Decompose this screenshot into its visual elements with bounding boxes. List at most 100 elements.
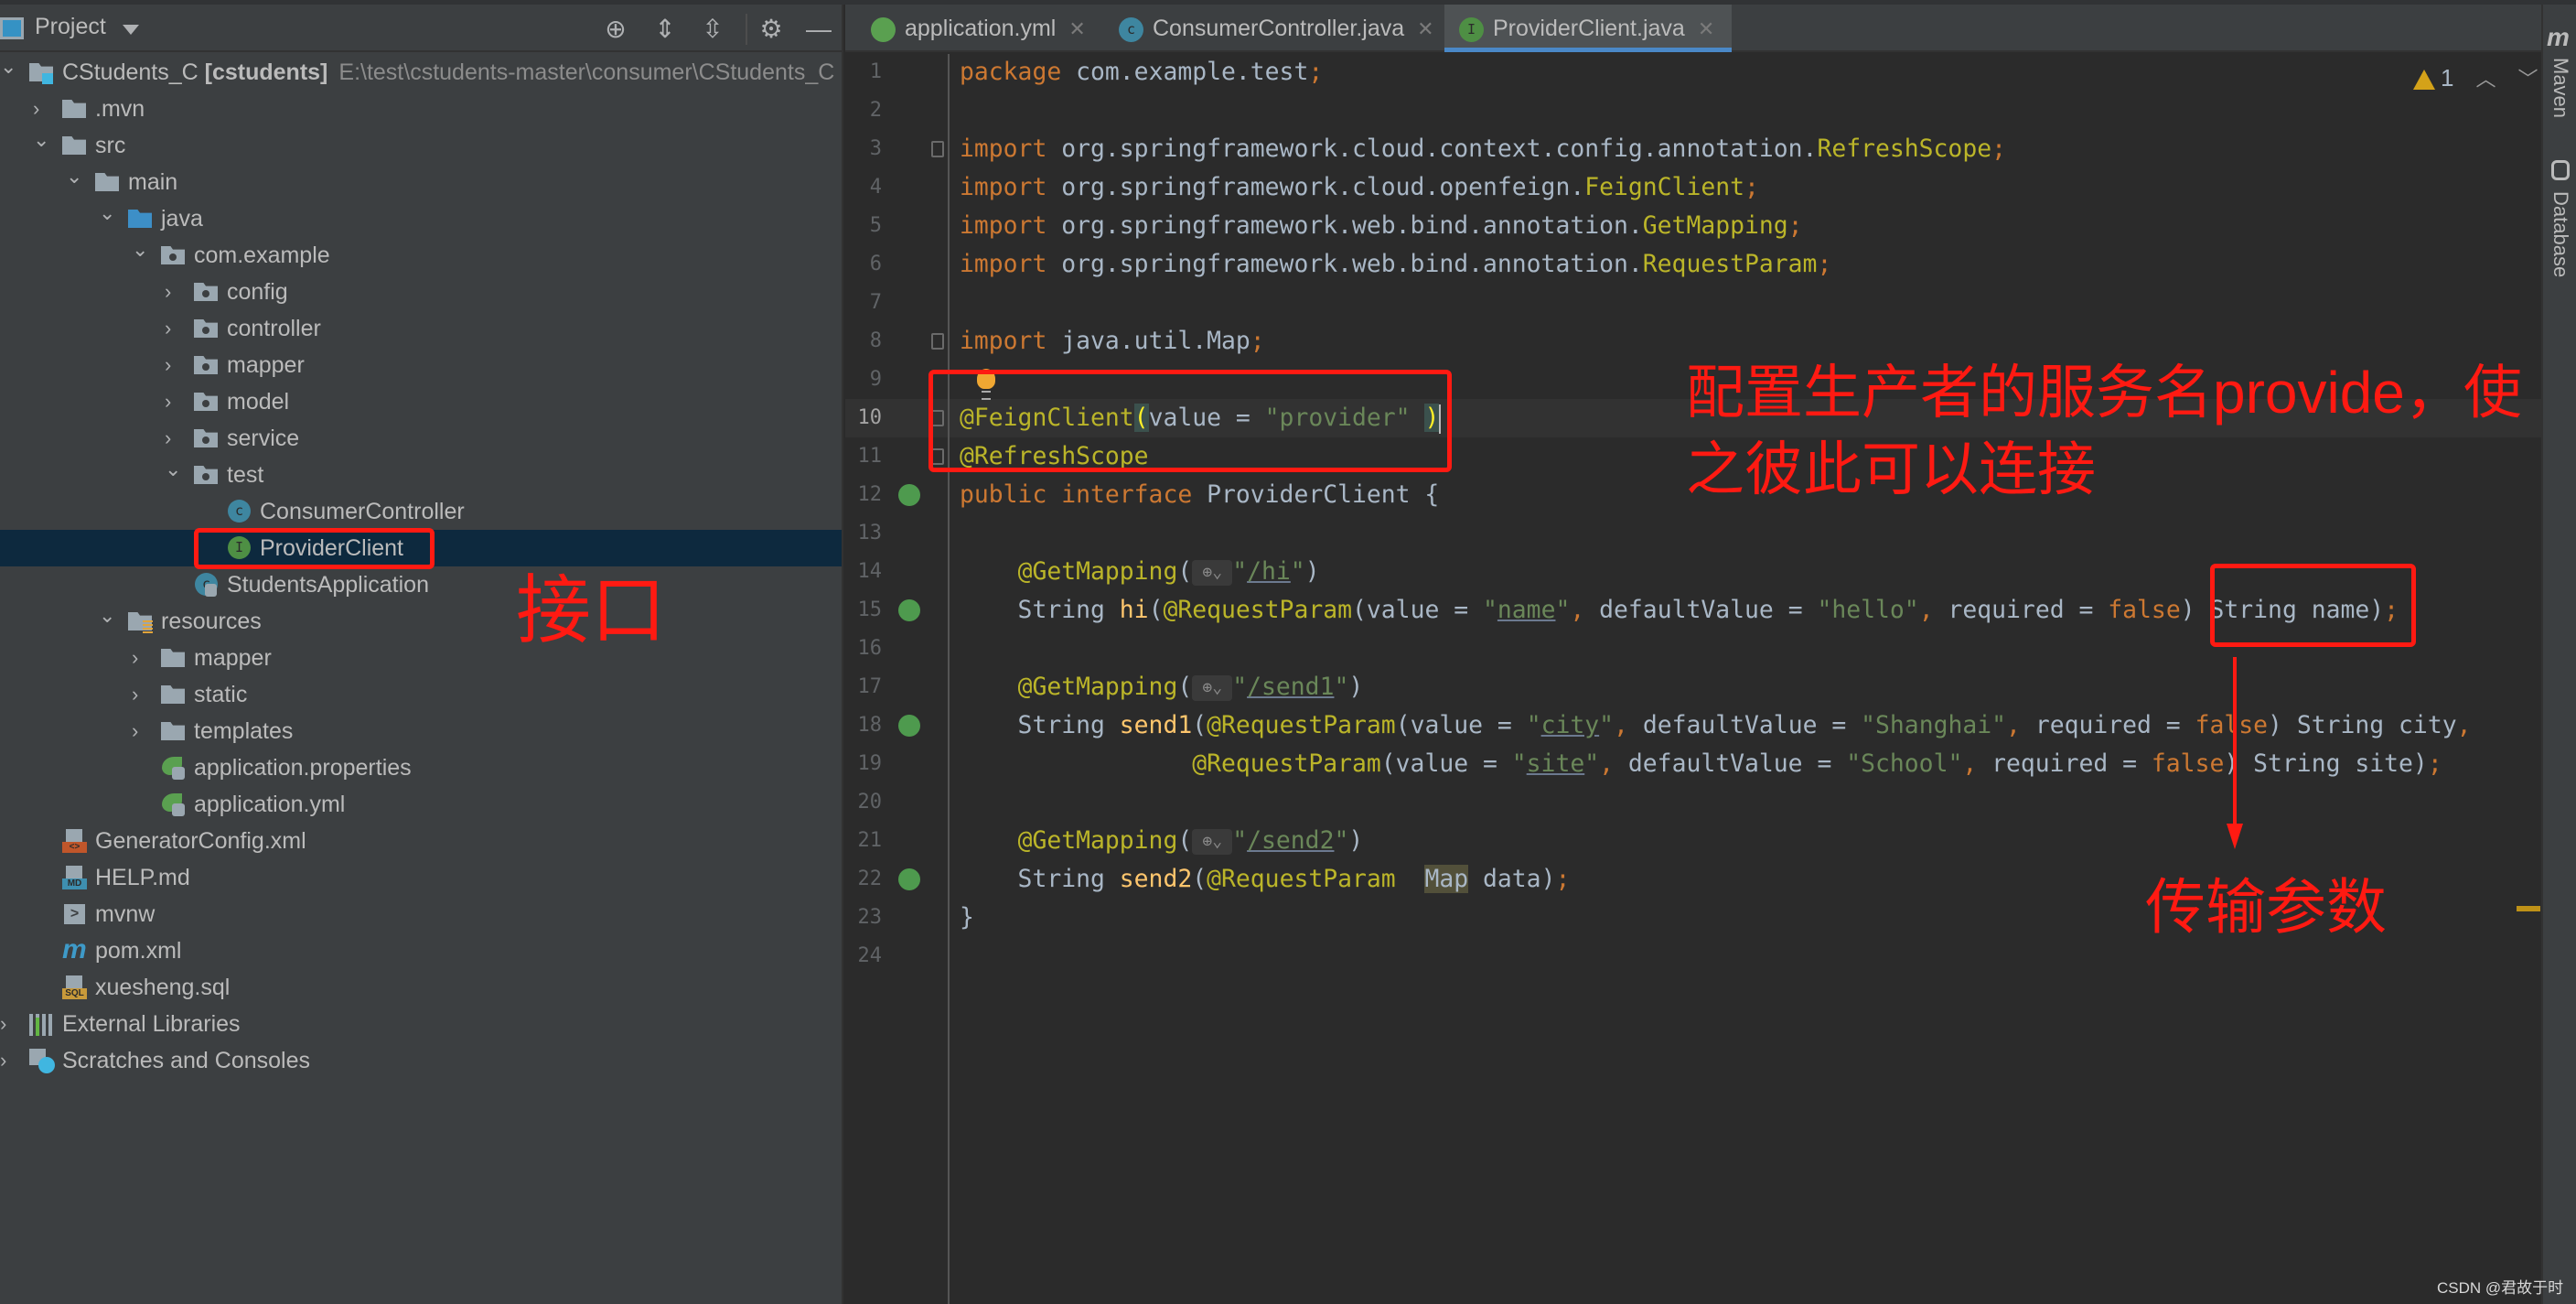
code-token: (value = <box>1380 749 1512 778</box>
collapse-all-icon[interactable]: ⇳ <box>699 16 726 43</box>
tree-item-studentsapplication[interactable]: c StudentsApplication <box>0 566 842 603</box>
locate-icon[interactable]: ⊕ <box>602 16 629 43</box>
implemented-marker-icon[interactable] <box>898 484 920 506</box>
next-highlight-icon[interactable]: ﹀ <box>2517 68 2538 91</box>
annotation-box-providerclient <box>194 528 435 569</box>
chevron-down-icon[interactable]: ⌄ <box>99 200 117 237</box>
tree-item-label: ConsumerController <box>260 499 465 524</box>
tree-item-external-libraries[interactable]: › External Libraries <box>0 1006 842 1042</box>
chevron-down-icon[interactable]: ⌄ <box>99 603 117 640</box>
chevron-down-icon[interactable]: ⌄ <box>0 54 18 91</box>
code-line[interactable]: @GetMapping(⊕⌄ "/send1") <box>960 668 1364 706</box>
fold-icon[interactable] <box>931 333 944 350</box>
chevron-right-icon[interactable]: › <box>165 274 183 310</box>
code-line[interactable]: @RequestParam(value = "site", defaultVal… <box>960 745 2442 783</box>
code-line[interactable]: String send1(@RequestParam(value = "city… <box>960 706 2472 745</box>
chevron-down-icon[interactable]: ⌄ <box>165 457 183 493</box>
code-line[interactable]: @GetMapping(⊕⌄ "/send2") <box>960 822 1364 860</box>
tree-item-mapper[interactable]: › mapper <box>0 640 842 676</box>
tree-item-service[interactable]: › service <box>0 420 842 457</box>
code-line[interactable]: import org.springframework.web.bind.anno… <box>960 245 1831 284</box>
warning-stripe-marker[interactable] <box>2517 906 2540 911</box>
chevron-down-icon[interactable]: ⌄ <box>132 237 150 274</box>
code-line[interactable]: String hi(@RequestParam(value = "name", … <box>960 591 2399 630</box>
tree-item-model[interactable]: › model <box>0 383 842 420</box>
chevron-right-icon[interactable]: › <box>33 91 51 127</box>
close-icon[interactable]: ✕ <box>1698 17 1714 40</box>
code-line[interactable]: String send2(@RequestParam Map data); <box>960 860 1570 899</box>
tab-providerclient-java[interactable]: I ProviderClient.java ✕ <box>1444 5 1732 52</box>
tree-item-mvnw[interactable]: > mvnw <box>0 896 842 932</box>
hide-icon[interactable]: — <box>805 16 832 43</box>
code-line[interactable]: import org.springframework.cloud.openfei… <box>960 168 1759 207</box>
scratches-icon <box>29 1049 55 1073</box>
tree-item-scratches-and-consoles[interactable]: › Scratches and Consoles <box>0 1042 842 1079</box>
code-line[interactable]: import org.springframework.cloud.context… <box>960 130 2006 168</box>
tree-item-mapper[interactable]: › mapper <box>0 347 842 383</box>
tree-item-resources[interactable]: ⌄ resources <box>0 603 842 640</box>
maven-tool-button[interactable]: Maven <box>2549 58 2572 118</box>
project-view-selector[interactable]: Project <box>35 14 106 40</box>
close-icon[interactable]: ✕ <box>1068 17 1085 40</box>
tree-item-test[interactable]: ⌄ test <box>0 457 842 493</box>
tree-item-application-yml[interactable]: application.yml <box>0 786 842 823</box>
implemented-marker-icon[interactable] <box>898 715 920 737</box>
code-line[interactable]: } <box>960 899 974 937</box>
tree-item-xuesheng-sql[interactable]: SQL xuesheng.sql <box>0 969 842 1006</box>
globe-icon[interactable]: ⊕⌄ <box>1192 828 1233 855</box>
tree-item-main[interactable]: ⌄ main <box>0 164 842 200</box>
tree-item-static[interactable]: › static <box>0 676 842 713</box>
fold-icon[interactable] <box>931 141 944 157</box>
tree-item-help-md[interactable]: MD HELP.md <box>0 859 842 896</box>
tree-item--mvn[interactable]: › .mvn <box>0 91 842 127</box>
chevron-right-icon[interactable]: › <box>165 420 183 457</box>
implemented-marker-icon[interactable] <box>898 599 920 621</box>
globe-icon[interactable]: ⊕⌄ <box>1192 674 1233 701</box>
tab-consumercontroller-java[interactable]: c ConsumerController.java ✕ <box>1104 5 1444 52</box>
chevron-right-icon[interactable]: › <box>132 676 150 713</box>
implemented-marker-icon[interactable] <box>898 868 920 890</box>
code-token: send2 <box>1119 865 1193 893</box>
code-editor[interactable]: 1 ︿ ﹀ 1 package com.example.test; 2 3 import o… <box>845 54 2541 1304</box>
chevron-down-icon[interactable]: ⌄ <box>33 127 51 164</box>
code-line[interactable]: public interface ProviderClient { <box>960 476 1439 514</box>
code-line[interactable]: import java.util.Map; <box>960 322 1265 361</box>
code-line[interactable]: import org.springframework.web.bind.anno… <box>960 207 1803 245</box>
tree-item-java[interactable]: ⌄ java <box>0 200 842 237</box>
chevron-right-icon[interactable]: › <box>165 347 183 383</box>
code-line[interactable]: @GetMapping(⊕⌄ "/hi") <box>960 553 1320 591</box>
code-line[interactable]: package com.example.test; <box>960 53 1323 92</box>
tree-item-controller[interactable]: › controller <box>0 310 842 347</box>
chevron-right-icon[interactable]: › <box>0 1006 18 1042</box>
chevron-down-icon[interactable]: ⌄ <box>66 164 84 200</box>
chevron-down-icon[interactable] <box>123 25 139 35</box>
database-tool-button[interactable]: Database <box>2549 191 2572 277</box>
previous-highlight-icon[interactable]: ︿ <box>2475 68 2496 91</box>
line-number: 11 <box>857 445 883 468</box>
tree-item-templates[interactable]: › templates <box>0 713 842 749</box>
tree-item-config[interactable]: › config <box>0 274 842 310</box>
tree-item-consumercontroller[interactable]: c ConsumerController <box>0 493 842 530</box>
module-name: [cstudents] <box>198 59 328 85</box>
gear-icon[interactable]: ⚙ <box>757 16 785 43</box>
chevron-right-icon[interactable]: › <box>132 640 150 676</box>
tree-item-pom-xml[interactable]: m pom.xml <box>0 932 842 969</box>
chevron-right-icon[interactable]: › <box>132 713 150 749</box>
chevron-right-icon[interactable]: › <box>0 1042 18 1079</box>
tab-application-yml[interactable]: application.yml ✕ <box>856 5 1104 52</box>
line-number: 23 <box>857 906 883 929</box>
chevron-right-icon[interactable]: › <box>165 310 183 347</box>
chevron-right-icon[interactable]: › <box>165 383 183 420</box>
code-token: defaultValue = <box>1599 596 1818 624</box>
tree-item-cstudents-c[interactable]: ⌄ CStudents_C [cstudents] E:\test\cstudent… <box>0 54 842 91</box>
globe-icon[interactable]: ⊕⌄ <box>1192 559 1233 586</box>
tree-item-application-properties[interactable]: application.properties <box>0 749 842 786</box>
code-token: data) <box>1468 865 1556 893</box>
tree-item-src[interactable]: ⌄ src <box>0 127 842 164</box>
inspection-widget[interactable]: 1 ︿ ﹀ <box>2413 63 2538 92</box>
expand-all-icon[interactable]: ⇕ <box>651 16 679 43</box>
tree-item-com-example[interactable]: ⌄ com.example <box>0 237 842 274</box>
close-icon[interactable]: ✕ <box>1417 17 1433 40</box>
code-token: /send2 <box>1247 826 1335 855</box>
tree-item-generatorconfig-xml[interactable]: <> GeneratorConfig.xml <box>0 823 842 859</box>
